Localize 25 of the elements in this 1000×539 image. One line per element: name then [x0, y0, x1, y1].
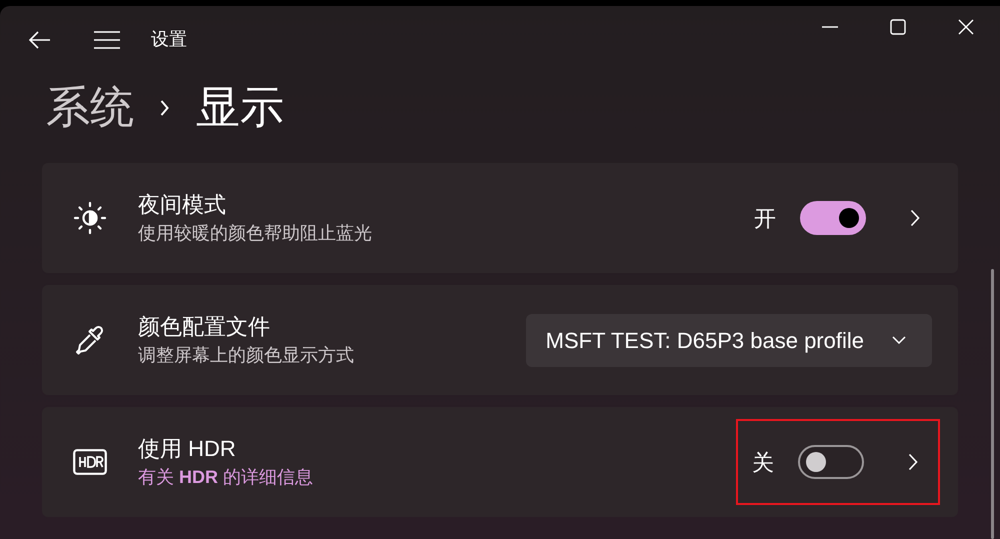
breadcrumb-item[interactable]: 系统: [46, 75, 134, 142]
chevron-down-icon: [892, 336, 906, 344]
setting-title: 使用 HDR: [138, 435, 237, 463]
toggle-switch[interactable]: [800, 201, 866, 235]
toggle-state-label: 关: [752, 448, 774, 476]
hdr-icon: [73, 449, 107, 475]
setting-description: 使用较暖的颜色帮助阻止蓝光: [138, 222, 373, 245]
breadcrumb-item: 显示: [196, 82, 284, 134]
toggle-switch[interactable]: [798, 445, 864, 479]
close-icon: [958, 18, 974, 35]
chevron-right-icon[interactable]: [910, 209, 920, 227]
sun-moon-icon: [73, 201, 107, 235]
maximize-icon: [890, 18, 906, 35]
window-title: 设置: [151, 28, 187, 52]
toggle-state-label: 开: [754, 204, 776, 232]
profile-dropdown[interactable]: MSFT TEST: D65P3 base profile: [526, 314, 932, 366]
setting-description: 调整屏幕上的颜色显示方式: [138, 344, 355, 367]
setting-title: 颜色配置文件: [138, 313, 271, 341]
scrollbar[interactable]: [991, 269, 994, 539]
setting-title: 夜间模式: [138, 191, 227, 219]
details-link[interactable]: 有关 HDR 的详细信息: [138, 464, 736, 490]
menu-button[interactable]: [94, 30, 120, 50]
chevron-right-icon[interactable]: [908, 453, 918, 471]
minimize-icon: [822, 26, 838, 28]
breadcrumb-chevron-icon: [160, 99, 170, 118]
